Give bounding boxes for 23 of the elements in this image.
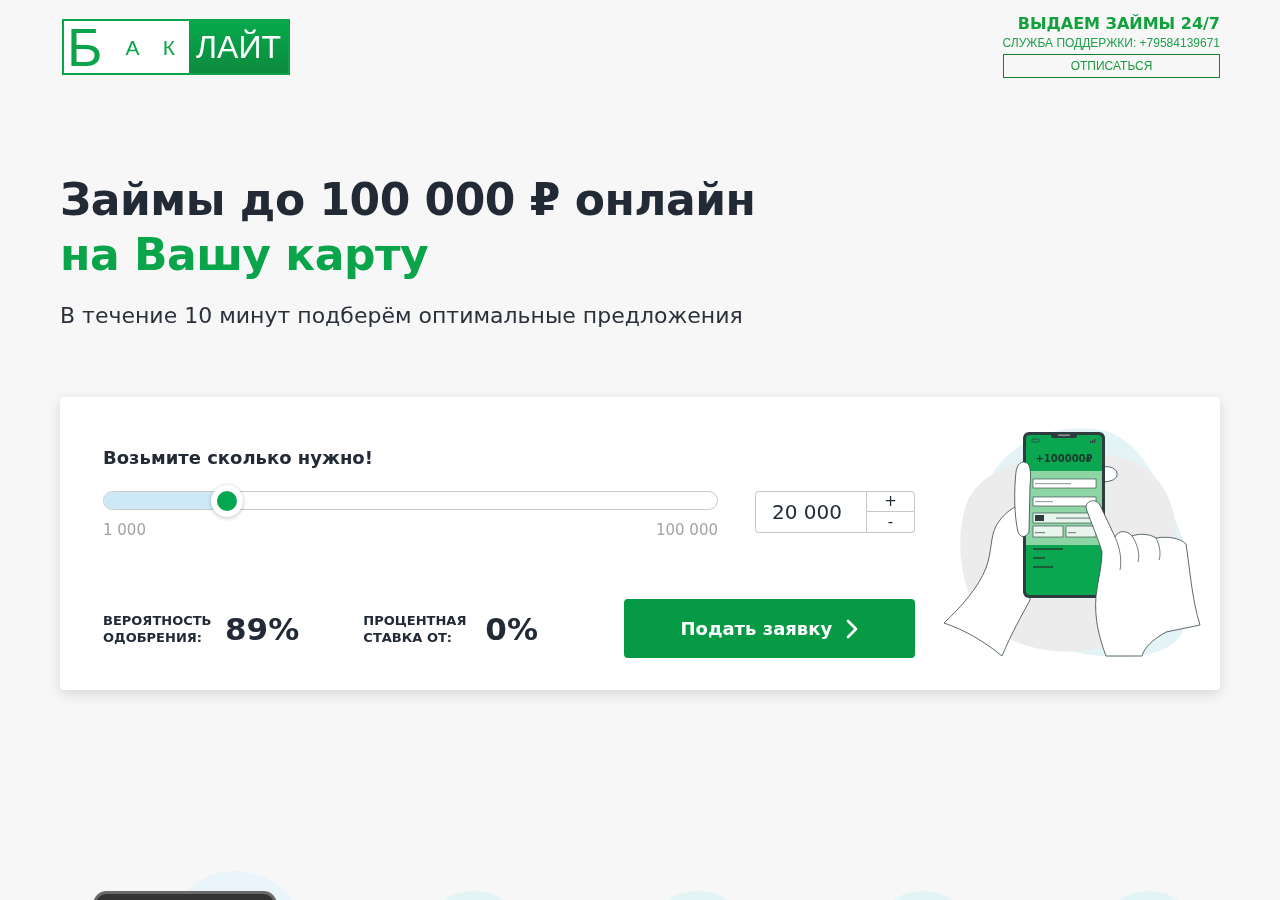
logo-word: ЛАЙТ xyxy=(189,21,288,73)
slider-max-label: 100 000 xyxy=(655,521,718,539)
submit-button[interactable]: Подать заявку xyxy=(623,599,915,658)
increase-button[interactable]: + xyxy=(866,491,915,512)
hero-title-accent: на Вашу карту xyxy=(60,228,430,282)
hero-title: Займы до 100 000 ₽ онлайн xyxy=(60,173,757,227)
slider-min-label: 1 000 xyxy=(103,521,146,539)
stat-label: ПРОЦЕНТНАЯ СТАВКА ОТ: xyxy=(363,611,468,646)
tagline-text: ВЫДАЕМ ЗАЙМЫ 24/7 xyxy=(1017,14,1220,34)
phone-amount-text: +100000₽ xyxy=(1035,453,1093,464)
stat-label: ВЕРОЯТНОСТЬ ОДОБРЕНИЯ: xyxy=(103,611,213,646)
logo-letter: А xyxy=(125,36,140,58)
calculator-heading: Возьмите сколько нужно! xyxy=(103,447,374,469)
decrease-button[interactable]: - xyxy=(866,512,915,533)
chevron-right-icon xyxy=(846,618,859,639)
unsubscribe-button[interactable]: ОТПИСАТЬСЯ xyxy=(1003,54,1220,78)
stat-value: 89% xyxy=(225,610,300,647)
support-phone-text: СЛУЖБА ПОДДЕРЖКИ: +79584139671 xyxy=(1002,36,1220,50)
stat-value: 0% xyxy=(485,610,538,647)
hero-subtitle: В течение 10 минут подберём оптимальные предложения xyxy=(60,302,744,330)
logo-letter: Б xyxy=(67,20,103,74)
logo-letter: К xyxy=(162,36,175,58)
amount-input[interactable]: 20 000 xyxy=(755,491,866,533)
